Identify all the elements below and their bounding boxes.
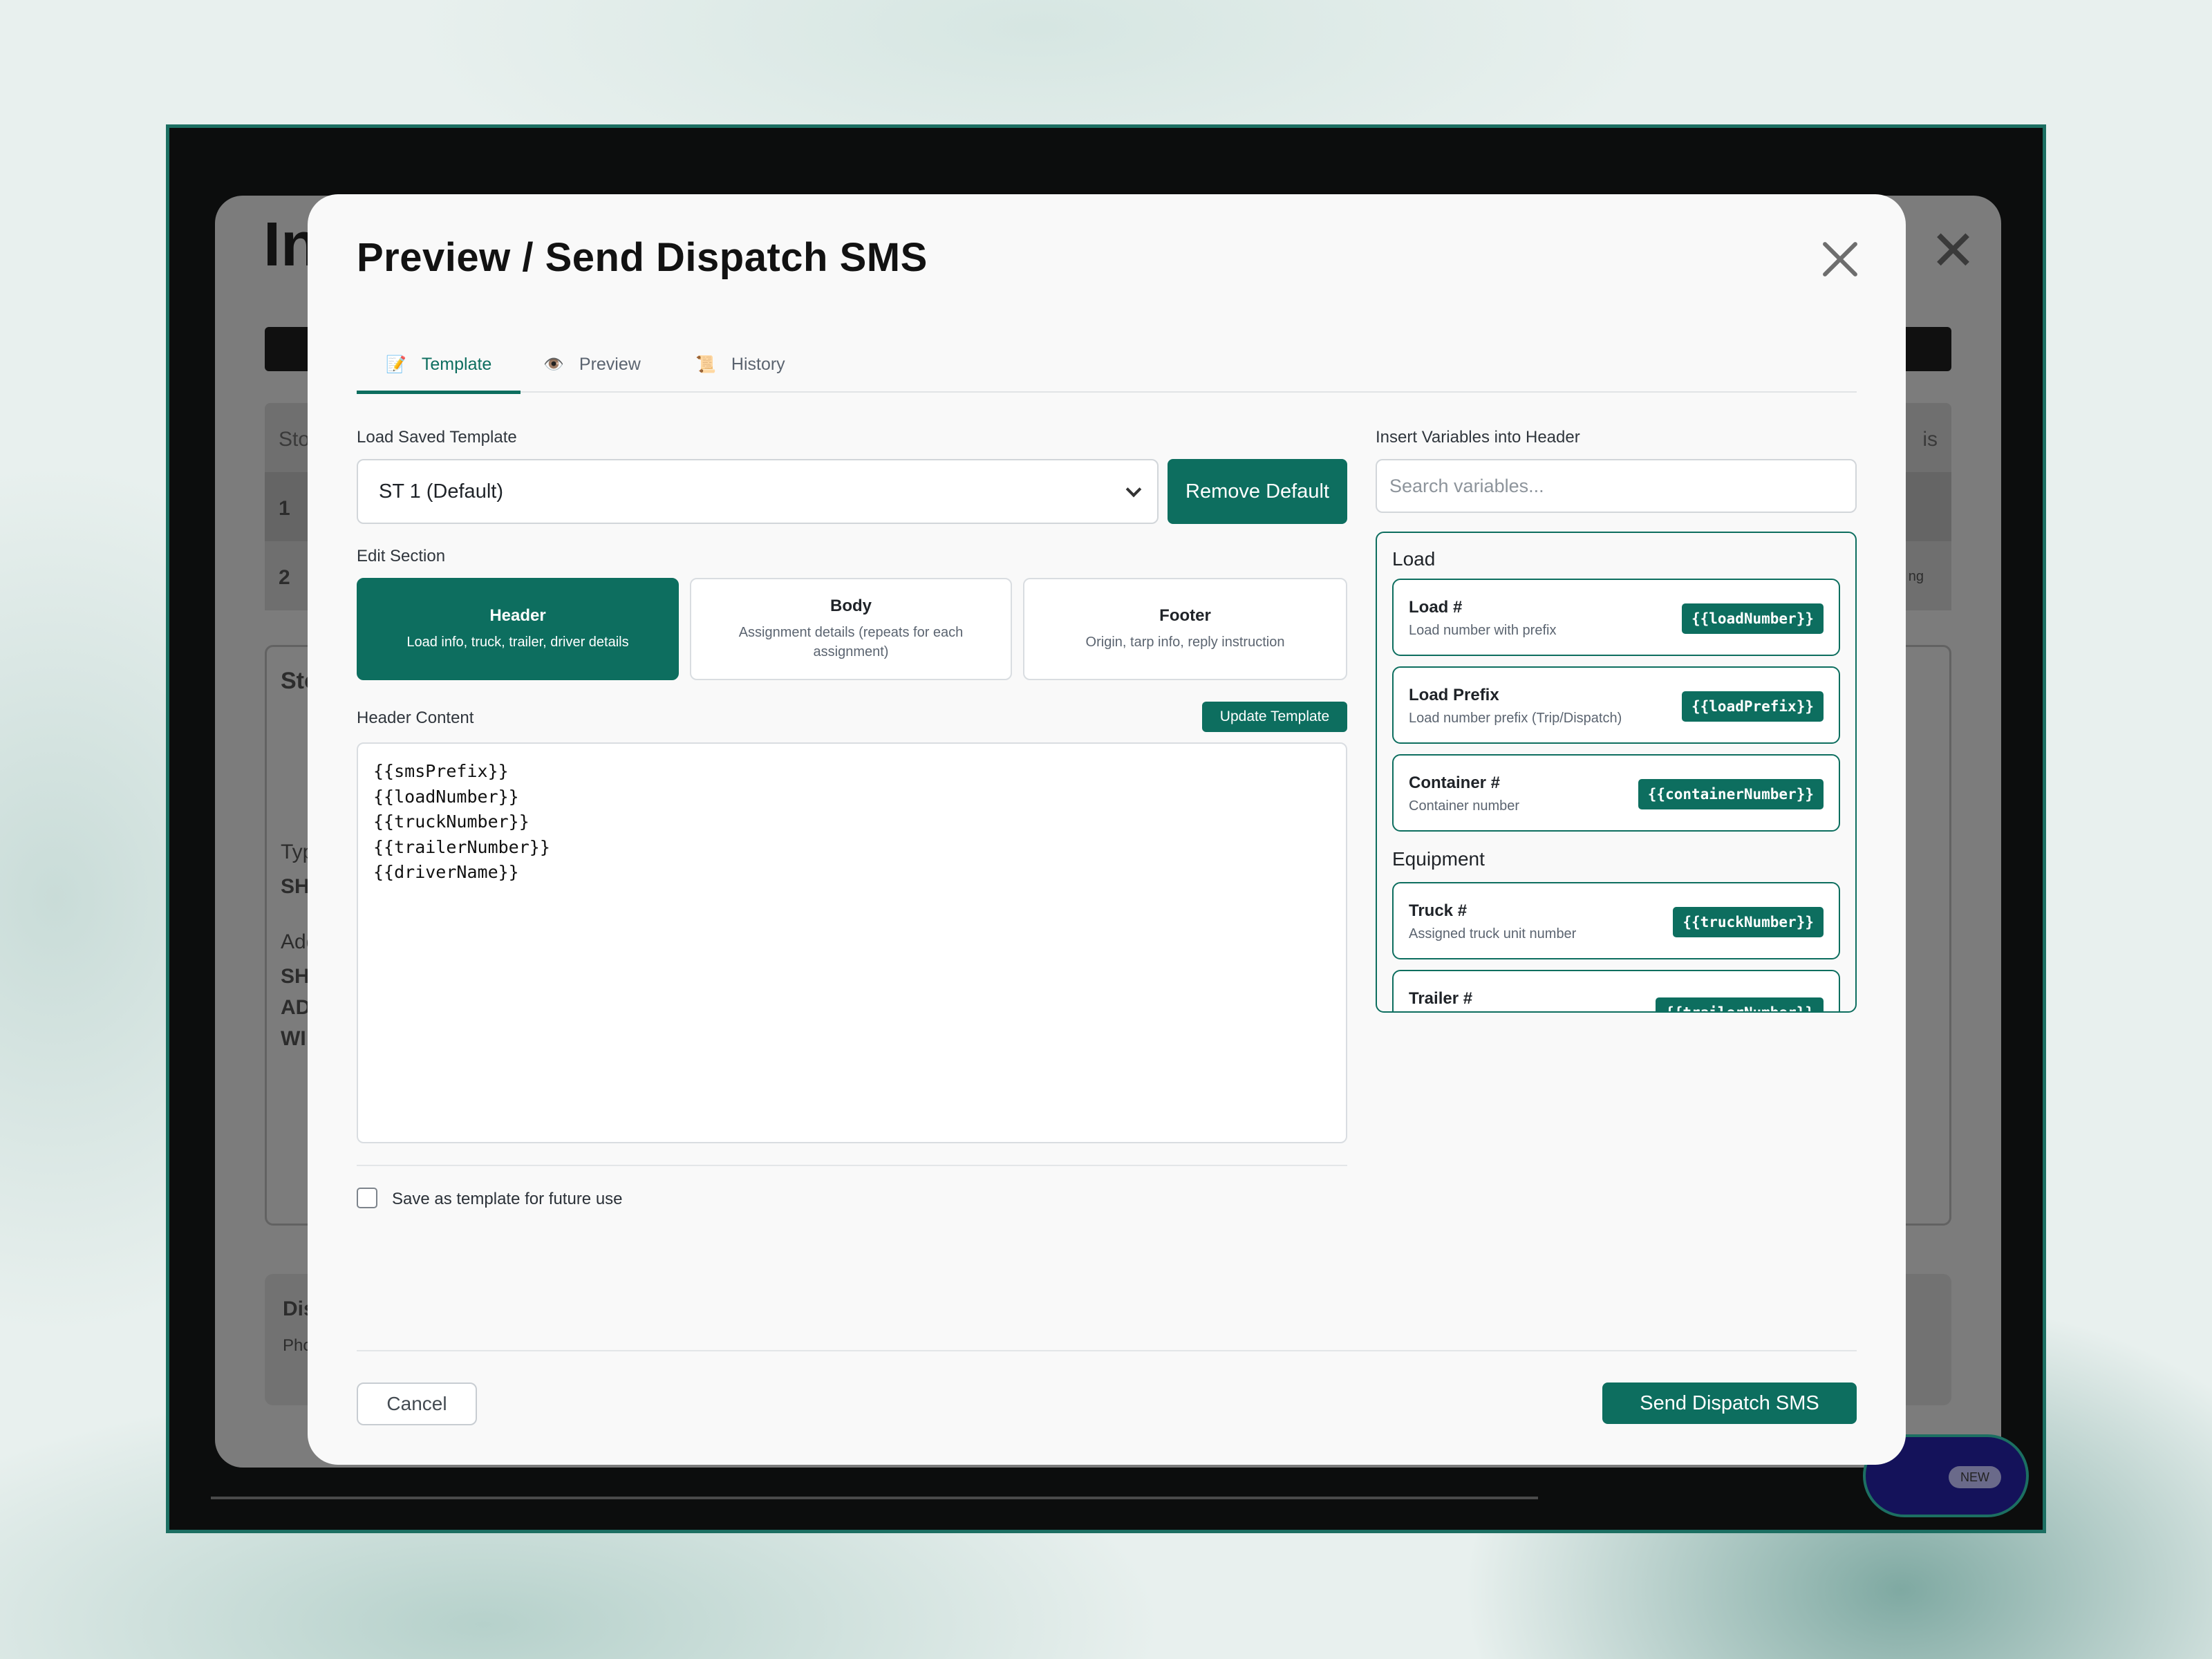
load-template-label: Load Saved Template <box>357 428 517 447</box>
variable-card-container-number[interactable]: Container # Container number {{container… <box>1392 754 1840 832</box>
variable-token: {{loadNumber}} <box>1681 603 1824 634</box>
section-body-button[interactable]: Body Assignment details (repeats for eac… <box>690 578 1012 680</box>
background-address-line: SH <box>281 965 310 988</box>
divider <box>357 1165 1347 1166</box>
variables-label: Insert Variables into Header <box>1376 428 1580 447</box>
send-dispatch-sms-button[interactable]: Send Dispatch SMS <box>1602 1382 1857 1424</box>
section-footer-button[interactable]: Footer Origin, tarp info, reply instruct… <box>1023 578 1347 680</box>
memo-icon: 📝 <box>386 355 406 374</box>
variable-card-trailer-number[interactable]: Trailer # {{trailerNumber}} <box>1392 970 1840 1011</box>
remove-default-button[interactable]: Remove Default <box>1168 459 1347 524</box>
cancel-button[interactable]: Cancel <box>357 1382 477 1425</box>
save-template-label: Save as template for future use <box>392 1190 623 1208</box>
tab-label: History <box>731 354 785 374</box>
section-title: Footer <box>1159 606 1211 625</box>
update-template-button[interactable]: Update Template <box>1202 702 1347 732</box>
close-icon[interactable] <box>1815 234 1864 284</box>
section-description: Origin, tarp info, reply instruction <box>1085 635 1285 650</box>
scroll-icon: 📜 <box>695 355 716 374</box>
content-label: Header Content <box>357 709 474 727</box>
template-select-value: ST 1 (Default) <box>379 480 503 503</box>
modal-title: Preview / Send Dispatch SMS <box>357 235 928 280</box>
tab-preview[interactable]: 👁️ Preview <box>543 336 641 393</box>
background-col-status: is <box>1922 428 1938 451</box>
variable-description: Load number prefix (Trip/Dispatch) <box>1409 711 1622 726</box>
tab-label: Preview <box>579 354 641 374</box>
variable-token: {{loadPrefix}} <box>1681 691 1824 722</box>
background-row-number: 2 <box>279 566 290 589</box>
variable-name: Truck # <box>1409 901 1468 920</box>
background-status-badge: ng <box>1908 569 1924 584</box>
variable-token: {{containerNumber}} <box>1638 779 1824 809</box>
background-divider <box>211 1497 1538 1499</box>
variable-name: Container # <box>1409 774 1501 792</box>
variable-token: {{trailerNumber}} <box>1656 997 1824 1011</box>
footer-divider <box>357 1350 1857 1351</box>
header-content-textarea[interactable]: {{smsPrefix}} {{loadNumber}} {{truckNumb… <box>357 742 1347 1143</box>
background-address-line: AD <box>281 996 311 1019</box>
section-title: Header <box>489 606 546 625</box>
edit-section-label: Edit Section <box>357 547 446 565</box>
background-stops-header: Sto <box>279 428 310 451</box>
chevron-down-icon <box>1125 481 1142 498</box>
background-address-line: WI <box>281 1027 306 1050</box>
eye-icon: 👁️ <box>543 355 564 374</box>
background-type-value: SH <box>281 875 310 898</box>
variables-panel[interactable]: Load Load # Load number with prefix {{lo… <box>1376 532 1857 1013</box>
tab-label: Template <box>421 354 492 374</box>
background-close-icon: ✕ <box>1929 220 1976 281</box>
section-description: Assignment details (repeats for each ass… <box>738 625 964 659</box>
dispatch-sms-modal: Preview / Send Dispatch SMS 📝 Template 👁… <box>308 194 1906 1465</box>
variable-group-title: Equipment <box>1392 848 1485 870</box>
section-description: Load info, truck, trailer, driver detail… <box>406 635 629 650</box>
variable-name: Load # <box>1409 598 1463 617</box>
background-row-number: 1 <box>279 497 290 520</box>
section-header-button[interactable]: Header Load info, truck, trailer, driver… <box>357 578 679 680</box>
variable-search-input[interactable] <box>1376 459 1857 513</box>
variable-card-load-number[interactable]: Load # Load number with prefix {{loadNum… <box>1392 579 1840 656</box>
variable-token: {{truckNumber}} <box>1673 907 1824 937</box>
variable-name: Load Prefix <box>1409 686 1499 704</box>
save-template-checkbox[interactable] <box>357 1188 377 1208</box>
variable-card-truck-number[interactable]: Truck # Assigned truck unit number {{tru… <box>1392 882 1840 959</box>
variable-description: Assigned truck unit number <box>1409 926 1577 941</box>
template-select[interactable]: ST 1 (Default) <box>357 459 1159 524</box>
variable-name: Trailer # <box>1409 989 1473 1008</box>
section-title: Body <box>830 597 872 615</box>
tab-template[interactable]: 📝 Template <box>357 336 521 394</box>
tab-history[interactable]: 📜 History <box>695 336 785 393</box>
variable-card-load-prefix[interactable]: Load Prefix Load number prefix (Trip/Dis… <box>1392 666 1840 744</box>
modal-tabs: 📝 Template 👁️ Preview 📜 History <box>357 336 1857 394</box>
variable-description: Load number with prefix <box>1409 623 1557 638</box>
background-new-badge: NEW <box>1949 1466 2001 1488</box>
variable-description: Container number <box>1409 798 1520 814</box>
variable-group-title: Load <box>1392 548 1436 570</box>
